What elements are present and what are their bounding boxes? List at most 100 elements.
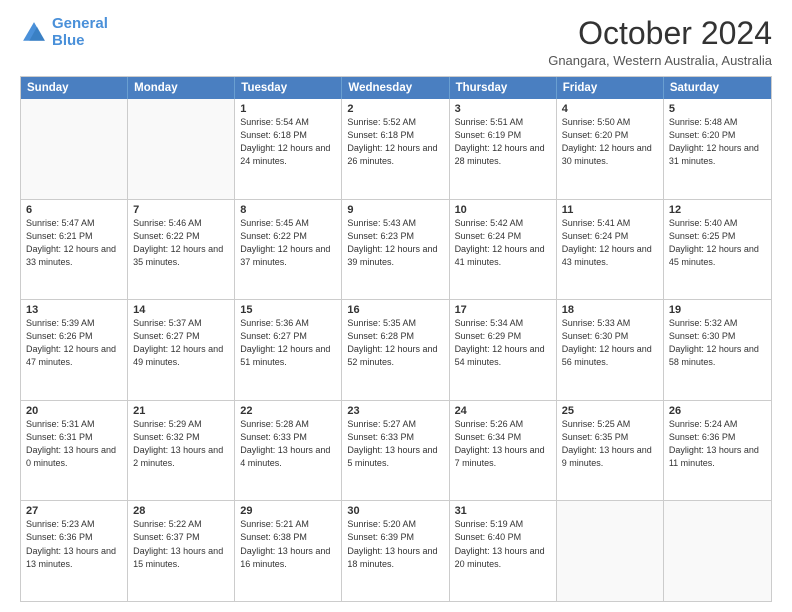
day-info: Sunrise: 5:39 AM Sunset: 6:26 PM Dayligh…	[26, 317, 122, 369]
day-number: 15	[240, 304, 336, 316]
title-block: October 2024 Gnangara, Western Australia…	[548, 16, 772, 68]
calendar-cell: 13Sunrise: 5:39 AM Sunset: 6:26 PM Dayli…	[21, 300, 128, 400]
calendar-cell: 15Sunrise: 5:36 AM Sunset: 6:27 PM Dayli…	[235, 300, 342, 400]
header-day-saturday: Saturday	[664, 77, 771, 99]
day-info: Sunrise: 5:24 AM Sunset: 6:36 PM Dayligh…	[669, 418, 766, 470]
header-day-wednesday: Wednesday	[342, 77, 449, 99]
day-info: Sunrise: 5:37 AM Sunset: 6:27 PM Dayligh…	[133, 317, 229, 369]
calendar-cell: 31Sunrise: 5:19 AM Sunset: 6:40 PM Dayli…	[450, 501, 557, 601]
calendar-cell: 19Sunrise: 5:32 AM Sunset: 6:30 PM Dayli…	[664, 300, 771, 400]
header-day-tuesday: Tuesday	[235, 77, 342, 99]
calendar-header: SundayMondayTuesdayWednesdayThursdayFrid…	[21, 77, 771, 99]
logo: General Blue	[20, 16, 108, 49]
day-number: 22	[240, 405, 336, 417]
calendar-cell: 1Sunrise: 5:54 AM Sunset: 6:18 PM Daylig…	[235, 99, 342, 199]
day-info: Sunrise: 5:25 AM Sunset: 6:35 PM Dayligh…	[562, 418, 658, 470]
calendar-cell: 4Sunrise: 5:50 AM Sunset: 6:20 PM Daylig…	[557, 99, 664, 199]
calendar-cell: 21Sunrise: 5:29 AM Sunset: 6:32 PM Dayli…	[128, 401, 235, 501]
calendar-cell: 14Sunrise: 5:37 AM Sunset: 6:27 PM Dayli…	[128, 300, 235, 400]
calendar-cell: 23Sunrise: 5:27 AM Sunset: 6:33 PM Dayli…	[342, 401, 449, 501]
day-number: 6	[26, 204, 122, 216]
day-info: Sunrise: 5:51 AM Sunset: 6:19 PM Dayligh…	[455, 116, 551, 168]
location-subtitle: Gnangara, Western Australia, Australia	[548, 53, 772, 68]
calendar-week-2: 6Sunrise: 5:47 AM Sunset: 6:21 PM Daylig…	[21, 200, 771, 301]
calendar-week-5: 27Sunrise: 5:23 AM Sunset: 6:36 PM Dayli…	[21, 501, 771, 601]
day-number: 20	[26, 405, 122, 417]
day-info: Sunrise: 5:19 AM Sunset: 6:40 PM Dayligh…	[455, 518, 551, 570]
calendar-cell: 30Sunrise: 5:20 AM Sunset: 6:39 PM Dayli…	[342, 501, 449, 601]
day-number: 11	[562, 204, 658, 216]
logo-line1: General	[52, 15, 108, 32]
calendar-cell	[128, 99, 235, 199]
calendar-cell: 25Sunrise: 5:25 AM Sunset: 6:35 PM Dayli…	[557, 401, 664, 501]
day-number: 27	[26, 505, 122, 517]
day-number: 3	[455, 103, 551, 115]
day-number: 1	[240, 103, 336, 115]
header-day-monday: Monday	[128, 77, 235, 99]
day-number: 2	[347, 103, 443, 115]
day-number: 10	[455, 204, 551, 216]
day-info: Sunrise: 5:33 AM Sunset: 6:30 PM Dayligh…	[562, 317, 658, 369]
day-info: Sunrise: 5:22 AM Sunset: 6:37 PM Dayligh…	[133, 518, 229, 570]
day-number: 12	[669, 204, 766, 216]
calendar-cell: 18Sunrise: 5:33 AM Sunset: 6:30 PM Dayli…	[557, 300, 664, 400]
day-number: 9	[347, 204, 443, 216]
calendar-body: 1Sunrise: 5:54 AM Sunset: 6:18 PM Daylig…	[21, 99, 771, 601]
calendar-cell	[557, 501, 664, 601]
header: General Blue October 2024 Gnangara, West…	[20, 16, 772, 68]
header-day-sunday: Sunday	[21, 77, 128, 99]
day-info: Sunrise: 5:47 AM Sunset: 6:21 PM Dayligh…	[26, 217, 122, 269]
day-info: Sunrise: 5:54 AM Sunset: 6:18 PM Dayligh…	[240, 116, 336, 168]
calendar-cell: 29Sunrise: 5:21 AM Sunset: 6:38 PM Dayli…	[235, 501, 342, 601]
day-info: Sunrise: 5:42 AM Sunset: 6:24 PM Dayligh…	[455, 217, 551, 269]
day-info: Sunrise: 5:52 AM Sunset: 6:18 PM Dayligh…	[347, 116, 443, 168]
calendar-cell: 24Sunrise: 5:26 AM Sunset: 6:34 PM Dayli…	[450, 401, 557, 501]
day-number: 25	[562, 405, 658, 417]
day-number: 24	[455, 405, 551, 417]
calendar-cell	[21, 99, 128, 199]
calendar-cell: 7Sunrise: 5:46 AM Sunset: 6:22 PM Daylig…	[128, 200, 235, 300]
day-info: Sunrise: 5:36 AM Sunset: 6:27 PM Dayligh…	[240, 317, 336, 369]
calendar: SundayMondayTuesdayWednesdayThursdayFrid…	[20, 76, 772, 602]
day-number: 18	[562, 304, 658, 316]
day-number: 29	[240, 505, 336, 517]
calendar-cell: 10Sunrise: 5:42 AM Sunset: 6:24 PM Dayli…	[450, 200, 557, 300]
day-number: 21	[133, 405, 229, 417]
calendar-cell: 27Sunrise: 5:23 AM Sunset: 6:36 PM Dayli…	[21, 501, 128, 601]
calendar-cell: 9Sunrise: 5:43 AM Sunset: 6:23 PM Daylig…	[342, 200, 449, 300]
calendar-cell: 5Sunrise: 5:48 AM Sunset: 6:20 PM Daylig…	[664, 99, 771, 199]
day-info: Sunrise: 5:48 AM Sunset: 6:20 PM Dayligh…	[669, 116, 766, 168]
calendar-cell	[664, 501, 771, 601]
calendar-cell: 28Sunrise: 5:22 AM Sunset: 6:37 PM Dayli…	[128, 501, 235, 601]
header-day-friday: Friday	[557, 77, 664, 99]
calendar-cell: 26Sunrise: 5:24 AM Sunset: 6:36 PM Dayli…	[664, 401, 771, 501]
calendar-cell: 8Sunrise: 5:45 AM Sunset: 6:22 PM Daylig…	[235, 200, 342, 300]
day-number: 28	[133, 505, 229, 517]
day-number: 26	[669, 405, 766, 417]
day-number: 31	[455, 505, 551, 517]
logo-icon	[20, 19, 48, 47]
header-day-thursday: Thursday	[450, 77, 557, 99]
day-info: Sunrise: 5:23 AM Sunset: 6:36 PM Dayligh…	[26, 518, 122, 570]
day-info: Sunrise: 5:34 AM Sunset: 6:29 PM Dayligh…	[455, 317, 551, 369]
day-number: 4	[562, 103, 658, 115]
day-number: 8	[240, 204, 336, 216]
day-info: Sunrise: 5:31 AM Sunset: 6:31 PM Dayligh…	[26, 418, 122, 470]
day-info: Sunrise: 5:21 AM Sunset: 6:38 PM Dayligh…	[240, 518, 336, 570]
calendar-cell: 11Sunrise: 5:41 AM Sunset: 6:24 PM Dayli…	[557, 200, 664, 300]
calendar-cell: 17Sunrise: 5:34 AM Sunset: 6:29 PM Dayli…	[450, 300, 557, 400]
day-info: Sunrise: 5:28 AM Sunset: 6:33 PM Dayligh…	[240, 418, 336, 470]
day-number: 17	[455, 304, 551, 316]
day-info: Sunrise: 5:35 AM Sunset: 6:28 PM Dayligh…	[347, 317, 443, 369]
day-info: Sunrise: 5:20 AM Sunset: 6:39 PM Dayligh…	[347, 518, 443, 570]
page: General Blue October 2024 Gnangara, West…	[0, 0, 792, 612]
calendar-cell: 12Sunrise: 5:40 AM Sunset: 6:25 PM Dayli…	[664, 200, 771, 300]
logo-line2: Blue	[52, 32, 85, 49]
day-number: 19	[669, 304, 766, 316]
calendar-cell: 2Sunrise: 5:52 AM Sunset: 6:18 PM Daylig…	[342, 99, 449, 199]
day-number: 7	[133, 204, 229, 216]
day-info: Sunrise: 5:50 AM Sunset: 6:20 PM Dayligh…	[562, 116, 658, 168]
calendar-cell: 22Sunrise: 5:28 AM Sunset: 6:33 PM Dayli…	[235, 401, 342, 501]
calendar-cell: 3Sunrise: 5:51 AM Sunset: 6:19 PM Daylig…	[450, 99, 557, 199]
logo-text: General Blue	[52, 16, 108, 49]
